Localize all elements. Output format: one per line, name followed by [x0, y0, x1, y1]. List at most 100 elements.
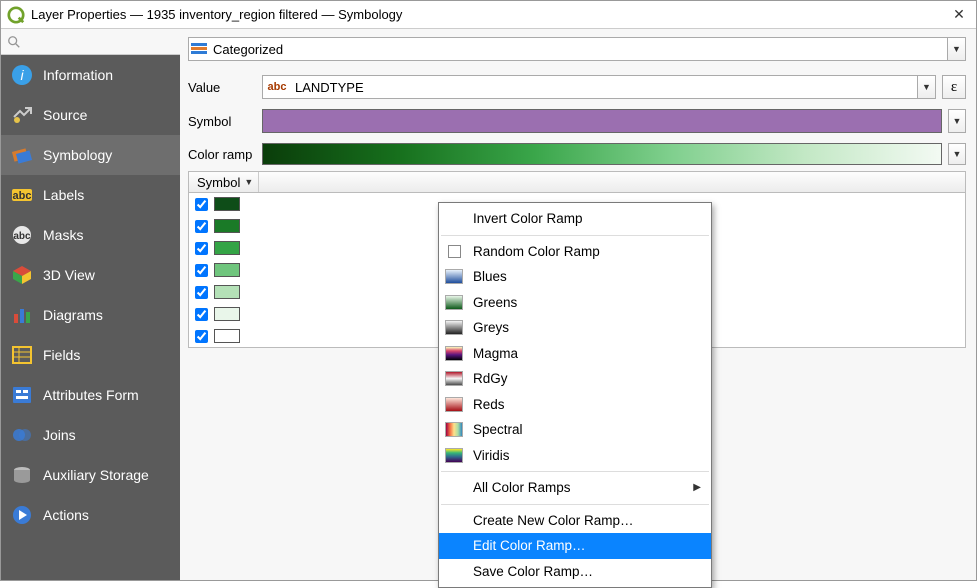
category-checkbox[interactable]	[195, 330, 208, 343]
menu-ramp-greys[interactable]: Greys	[439, 315, 711, 341]
menu-edit-ramp[interactable]: Edit Color Ramp…	[439, 533, 711, 559]
svg-text:abc: abc	[13, 231, 31, 242]
symbol-swatch[interactable]	[262, 109, 942, 133]
category-color-swatch	[214, 329, 240, 343]
menu-random-ramp[interactable]: Random Color Ramp	[439, 239, 711, 265]
sidebar-item-labels[interactable]: abc Labels	[1, 175, 180, 215]
menu-ramp-rdgy[interactable]: RdGy	[439, 366, 711, 392]
sidebar-nav: i Information Source Symbology abc Labels abc M…	[1, 55, 180, 580]
category-color-swatch	[214, 241, 240, 255]
menu-ramp-blues[interactable]: Blues	[439, 264, 711, 290]
sidebar-item-label: Labels	[43, 187, 84, 203]
ramp-preview-icon	[445, 269, 463, 285]
window-title: Layer Properties — 1935 inventory_region…	[31, 7, 948, 22]
menu-all-ramps[interactable]: All Color Ramps	[439, 475, 711, 501]
sidebar-item-3dview[interactable]: 3D View	[1, 255, 180, 295]
sidebar-search[interactable]	[1, 29, 180, 55]
symbol-dropdown-btn[interactable]: ▼	[948, 109, 966, 133]
expression-button[interactable]: ε	[942, 75, 966, 99]
search-input[interactable]	[25, 34, 201, 49]
sidebar-item-information[interactable]: i Information	[1, 55, 180, 95]
ramp-preview-icon	[445, 320, 463, 336]
sidebar-item-label: Joins	[43, 427, 76, 443]
value-field-dropdown-btn[interactable]: ▼	[917, 76, 935, 98]
diagrams-icon	[11, 304, 33, 326]
ramp-preview-icon	[445, 447, 463, 463]
menu-ramp-greens[interactable]: Greens	[439, 290, 711, 316]
sidebar-item-attrform[interactable]: Attributes Form	[1, 375, 180, 415]
sidebar-item-label: Symbology	[43, 147, 112, 163]
category-checkbox[interactable]	[195, 242, 208, 255]
value-field-combo[interactable]: abc LANDTYPE ▼	[262, 75, 936, 99]
symbology-icon	[11, 144, 33, 166]
sidebar-item-auxstorage[interactable]: Auxiliary Storage	[1, 455, 180, 495]
sidebar-item-label: Actions	[43, 507, 89, 523]
value-field-text: LANDTYPE	[291, 80, 917, 95]
category-checkbox[interactable]	[195, 308, 208, 321]
masks-icon: abc	[11, 224, 33, 246]
svg-text:abc: abc	[13, 190, 32, 202]
source-icon	[11, 104, 33, 126]
menu-ramp-magma[interactable]: Magma	[439, 341, 711, 367]
ramp-preview-icon	[445, 422, 463, 438]
sidebar-item-label: Fields	[43, 347, 80, 363]
checkbox-icon	[445, 243, 463, 259]
ramp-preview-icon	[445, 345, 463, 361]
app-logo-icon	[7, 6, 25, 24]
symbol-label: Symbol	[188, 114, 256, 129]
renderer-type-text: Categorized	[209, 42, 947, 57]
close-button[interactable]: ✕	[948, 6, 970, 23]
labels-icon: abc	[11, 184, 33, 206]
renderer-type-dropdown-btn[interactable]: ▼	[947, 38, 965, 60]
category-checkbox[interactable]	[195, 198, 208, 211]
sidebar-item-source[interactable]: Source	[1, 95, 180, 135]
th-symbol[interactable]: Symbol▼	[189, 172, 259, 192]
auxstorage-icon	[11, 464, 33, 486]
colorramp-label: Color ramp	[188, 147, 256, 162]
category-checkbox[interactable]	[195, 286, 208, 299]
titlebar: Layer Properties — 1935 inventory_region…	[1, 1, 976, 29]
sidebar-item-joins[interactable]: Joins	[1, 415, 180, 455]
menu-create-ramp[interactable]: Create New Color Ramp…	[439, 508, 711, 534]
sidebar: i Information Source Symbology abc Labels abc M…	[1, 29, 180, 580]
menu-ramp-reds[interactable]: Reds	[439, 392, 711, 418]
category-checkbox[interactable]	[195, 264, 208, 277]
colorramp-menu: Invert Color Ramp Random Color Ramp Blue…	[438, 202, 712, 588]
joins-icon	[11, 424, 33, 446]
3dview-icon	[11, 264, 33, 286]
categorized-icon	[189, 42, 209, 56]
sidebar-item-label: Auxiliary Storage	[43, 467, 149, 483]
sidebar-item-masks[interactable]: abc Masks	[1, 215, 180, 255]
sidebar-item-label: Source	[43, 107, 87, 123]
main-panel: Categorized ▼ Value abc LANDTYPE ▼ ε Sym…	[180, 29, 976, 580]
category-color-swatch	[214, 307, 240, 321]
sidebar-item-label: Attributes Form	[43, 387, 139, 403]
search-icon	[7, 35, 21, 49]
sidebar-item-actions[interactable]: Actions	[1, 495, 180, 535]
menu-invert-ramp[interactable]: Invert Color Ramp	[439, 206, 711, 232]
menu-save-ramp[interactable]: Save Color Ramp…	[439, 559, 711, 585]
sidebar-item-label: Information	[43, 67, 113, 83]
category-checkbox[interactable]	[195, 220, 208, 233]
sidebar-item-fields[interactable]: Fields	[1, 335, 180, 375]
categories-table-header: Symbol▼	[188, 171, 966, 193]
fields-icon	[11, 344, 33, 366]
sidebar-item-label: 3D View	[43, 267, 95, 283]
actions-icon	[11, 504, 33, 526]
sidebar-item-symbology[interactable]: Symbology	[1, 135, 180, 175]
menu-ramp-viridis[interactable]: Viridis	[439, 443, 711, 469]
attrform-icon	[11, 384, 33, 406]
category-color-swatch	[214, 263, 240, 277]
information-icon: i	[11, 64, 33, 86]
ramp-preview-icon	[445, 371, 463, 387]
sidebar-item-diagrams[interactable]: Diagrams	[1, 295, 180, 335]
category-color-swatch	[214, 197, 240, 211]
sidebar-item-label: Diagrams	[43, 307, 103, 323]
ramp-preview-icon	[445, 294, 463, 310]
category-color-swatch	[214, 219, 240, 233]
colorramp-dropdown-btn[interactable]: ▼	[948, 143, 966, 165]
colorramp-swatch[interactable]	[262, 143, 942, 165]
sidebar-item-label: Masks	[43, 227, 83, 243]
renderer-type-combo[interactable]: Categorized ▼	[188, 37, 966, 61]
menu-ramp-spectral[interactable]: Spectral	[439, 417, 711, 443]
